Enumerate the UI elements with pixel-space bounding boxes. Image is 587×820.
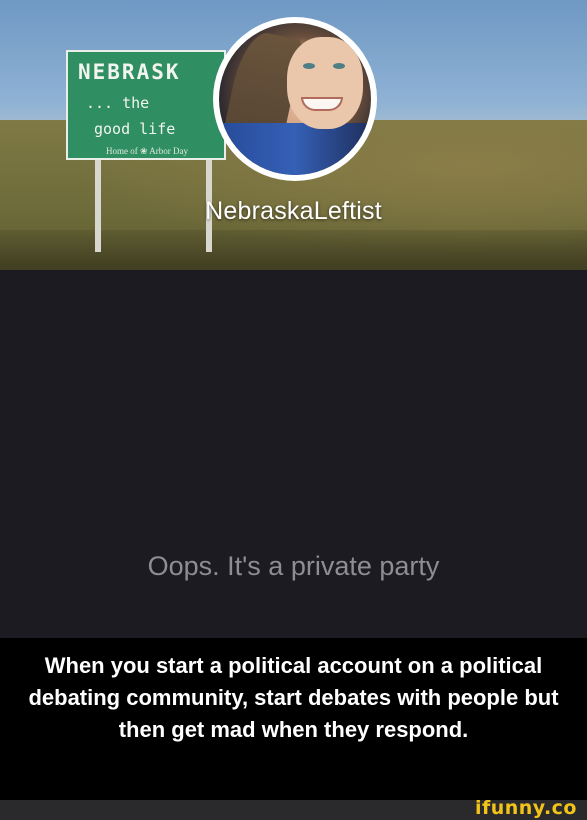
sign-state-text: NEBRASK	[78, 60, 181, 84]
sign-line-3: Home of ❀ Arbor Day	[106, 146, 189, 156]
avatar[interactable]	[219, 23, 371, 175]
avatar-face	[287, 37, 363, 129]
sign-line-2: good life	[94, 120, 176, 138]
welcome-sign: NEBRASK ... the good life Home of ❀ Arbo…	[66, 50, 226, 160]
meme-caption: When you start a political account on a …	[28, 653, 559, 742]
private-account-message: Oops. It's a private party	[147, 551, 440, 581]
avatar-shirt	[219, 123, 371, 175]
avatar-eye-left	[303, 63, 315, 69]
avatar-eye-right	[333, 63, 345, 69]
profile-username[interactable]: NebraskaLeftist	[0, 197, 587, 226]
cover-ground	[0, 230, 587, 270]
ifunny-watermark[interactable]: ifunny.co	[475, 797, 577, 819]
sign-line-1: ... the	[86, 94, 150, 112]
